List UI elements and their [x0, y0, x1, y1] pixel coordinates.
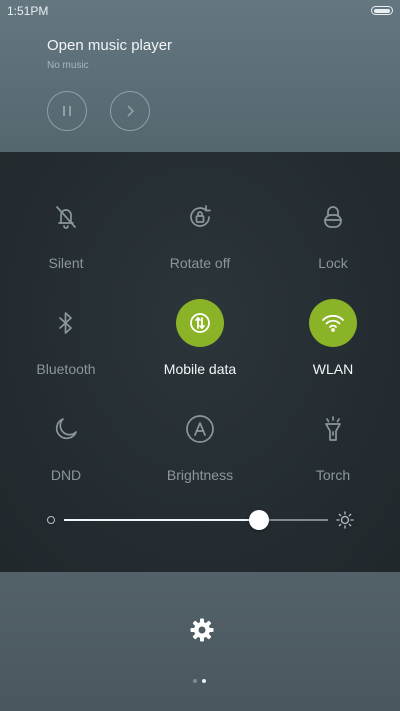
wifi-icon	[309, 299, 357, 347]
toggle-label: WLAN	[312, 361, 354, 377]
toggle-label: Lock	[318, 255, 348, 271]
chevron-right-icon	[127, 105, 135, 117]
toggle-label: Torch	[315, 467, 351, 483]
toggle-label: Rotate off	[169, 255, 231, 271]
toggle-wlan[interactable]: WLAN	[273, 299, 393, 379]
status-time: 1:51PM	[7, 4, 49, 18]
brightness-min-icon	[47, 516, 55, 524]
mobile-data-icon	[176, 299, 224, 347]
brightness-max-icon	[336, 511, 354, 529]
brightness-slider[interactable]	[64, 510, 328, 530]
gear-icon	[190, 618, 214, 642]
toggle-dnd[interactable]: DND	[6, 405, 126, 485]
lock-icon	[309, 193, 357, 241]
toggle-mobile-data[interactable]: Mobile data	[140, 299, 260, 379]
music-panel: 1:51PM Open music player No music	[0, 0, 400, 152]
pause-button[interactable]	[47, 91, 87, 131]
toggle-rotate[interactable]: Rotate off	[140, 193, 260, 273]
torch-icon	[309, 405, 357, 453]
toggle-label: Mobile data	[163, 361, 237, 377]
toggle-silent[interactable]: Silent	[6, 193, 126, 273]
bluetooth-icon	[42, 299, 90, 347]
page-indicator-dot-active[interactable]	[202, 679, 206, 683]
page-indicator-dot[interactable]	[193, 679, 197, 683]
music-subtitle: No music	[47, 60, 89, 71]
toggle-label: Silent	[48, 255, 84, 271]
rotate-lock-icon	[176, 193, 224, 241]
battery-icon	[371, 6, 393, 15]
toggle-bluetooth[interactable]: Bluetooth	[6, 299, 126, 379]
settings-button[interactable]	[188, 616, 216, 644]
moon-icon	[42, 405, 90, 453]
bell-off-icon	[42, 193, 90, 241]
toggle-torch[interactable]: Torch	[273, 405, 393, 485]
music-title[interactable]: Open music player	[47, 37, 172, 54]
next-button[interactable]	[110, 91, 150, 131]
pause-icon	[63, 106, 71, 116]
brightness-slider-thumb[interactable]	[249, 510, 269, 530]
toggle-label: DND	[50, 467, 82, 483]
toggle-label: Bluetooth	[36, 361, 96, 377]
bottom-panel	[0, 572, 400, 711]
toggle-brightness[interactable]: Brightness	[140, 405, 260, 485]
brightness-slider-fill	[64, 519, 259, 521]
toggle-label: Brightness	[166, 467, 234, 483]
toggle-lock[interactable]: Lock	[273, 193, 393, 273]
auto-brightness-icon	[176, 405, 224, 453]
